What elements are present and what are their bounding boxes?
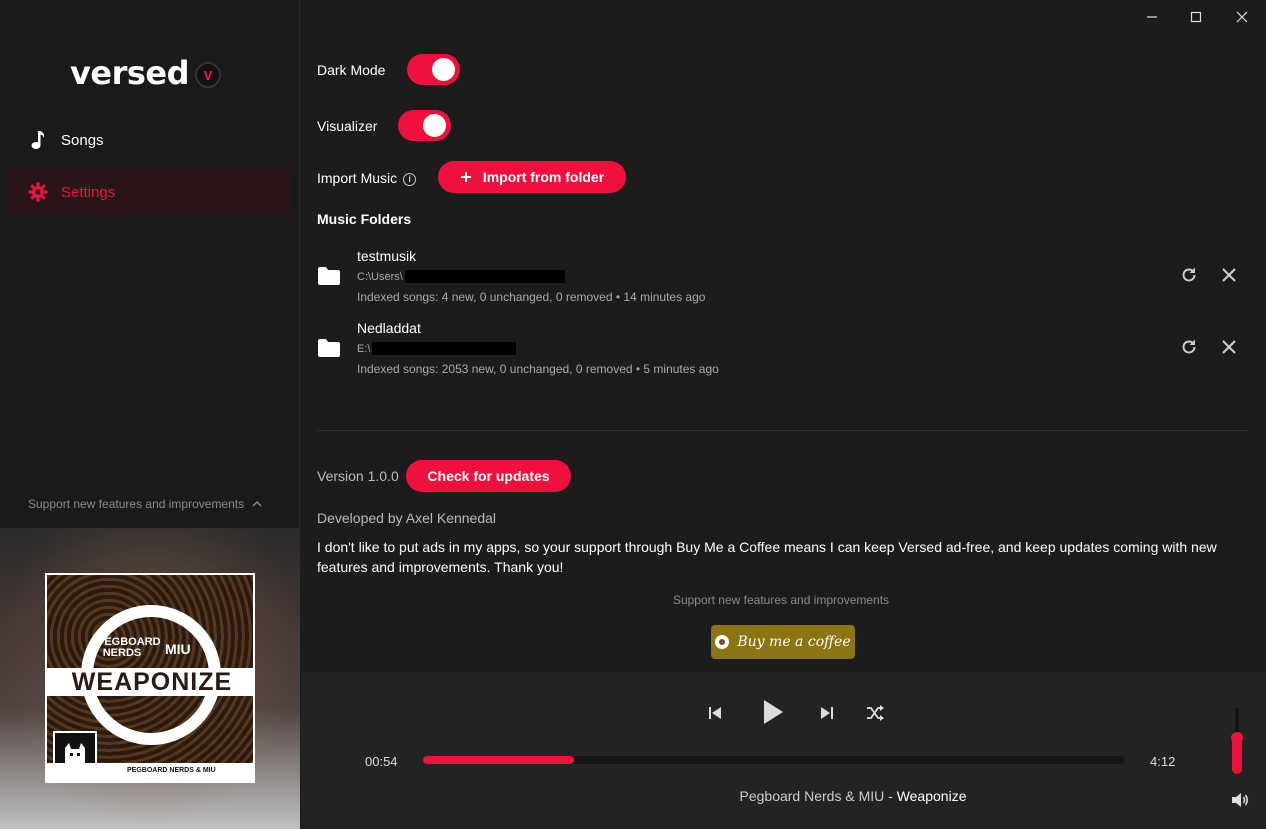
- play-icon: [764, 700, 783, 724]
- play-button[interactable]: [758, 696, 788, 728]
- visualizer-label: Visualizer: [317, 118, 378, 134]
- import-button-label: Import from folder: [482, 169, 605, 185]
- total-duration: 4:12: [1150, 754, 1176, 769]
- version-text: Version 1.0.0: [317, 468, 399, 484]
- skip-next-icon: [821, 707, 833, 719]
- seek-bar-fill: [423, 756, 574, 764]
- music-note-icon: [28, 130, 48, 150]
- cover-footer: PEGBOARD NERDS & MIU: [47, 763, 253, 781]
- sidebar-item-settings[interactable]: Settings: [8, 168, 291, 216]
- import-music-row: Import Music i: [317, 170, 417, 187]
- album-art-panel: PEGBOARD NERDS MIU WEAPONIZE PEGBOARD NE…: [0, 528, 300, 829]
- volume-knob[interactable]: [1231, 732, 1243, 744]
- sidebar-item-label: Settings: [61, 183, 116, 201]
- about-text: I don't like to put ads in my apps, so y…: [317, 539, 1217, 575]
- cover-artist-left: PEGBOARD NERDS: [97, 636, 161, 659]
- coffee-button-label: Buy me a coffee: [737, 634, 851, 650]
- dark-mode-toggle[interactable]: [407, 54, 460, 85]
- redacted-block: [372, 342, 517, 355]
- previous-button[interactable]: [704, 702, 726, 724]
- album-cover[interactable]: PEGBOARD NERDS MIU WEAPONIZE PEGBOARD NE…: [45, 573, 255, 783]
- settings-panel: Dark Mode Visualizer Import Music i Impor…: [301, 0, 1266, 672]
- rescan-folder-button[interactable]: [1178, 336, 1200, 358]
- volume-icon[interactable]: [1230, 790, 1250, 810]
- chevron-up-icon: [252, 500, 262, 507]
- refresh-icon: [1182, 267, 1196, 282]
- buy-me-a-coffee-button[interactable]: Buy me a coffee: [711, 625, 855, 659]
- sidebar-item-label: Songs: [61, 131, 104, 149]
- folder-index-status: Indexed songs: 4 new, 0 unchanged, 0 rem…: [357, 290, 706, 304]
- sidebar-support-text: Support new features and improvements: [28, 497, 245, 511]
- redacted-block: [404, 270, 565, 283]
- close-icon: [1222, 268, 1236, 282]
- music-folders-title: Music Folders: [317, 211, 412, 227]
- dark-mode-label: Dark Mode: [317, 62, 386, 78]
- folder-row: Nedladdat E:\ Indexed songs: 2053 new, 0…: [317, 320, 1247, 380]
- folder-path: C:\Users\: [357, 270, 565, 283]
- rescan-folder-button[interactable]: [1178, 264, 1200, 286]
- folder-icon: [318, 267, 340, 285]
- remove-folder-button[interactable]: [1218, 336, 1240, 358]
- next-button[interactable]: [816, 702, 838, 724]
- folder-name: testmusik: [357, 248, 417, 264]
- remove-folder-button[interactable]: [1218, 264, 1240, 286]
- logo-badge: V: [195, 62, 221, 88]
- developer-credit: Developed by Axel Kennedal: [317, 510, 497, 526]
- now-playing-artist: Pegboard Nerds & MIU: [739, 788, 885, 804]
- logo-text: versed: [70, 54, 190, 92]
- shuffle-button[interactable]: [864, 702, 886, 724]
- folder-index-status: Indexed songs: 2053 new, 0 unchanged, 0 …: [357, 362, 719, 376]
- skip-previous-icon: [709, 707, 721, 719]
- close-icon: [1222, 340, 1236, 354]
- coffee-cup-icon: [715, 635, 730, 649]
- import-from-folder-button[interactable]: Import from folder: [438, 161, 626, 193]
- sidebar-support-toggle[interactable]: Support new features and improvements: [28, 497, 262, 511]
- seek-bar[interactable]: [423, 756, 1125, 764]
- folder-path: E:\: [357, 342, 517, 355]
- elapsed-time: 00:54: [365, 754, 398, 769]
- sidebar-item-songs[interactable]: Songs: [8, 116, 291, 164]
- cover-artist-right: MIU: [165, 641, 191, 657]
- app-logo: versed V: [70, 54, 221, 92]
- check-updates-button[interactable]: Check for updates: [406, 460, 571, 492]
- now-playing: Pegboard Nerds & MIU - Weaponize: [739, 788, 967, 804]
- folder-name: Nedladdat: [357, 320, 421, 336]
- check-updates-label: Check for updates: [427, 468, 550, 484]
- plus-icon: [460, 172, 471, 182]
- section-divider: [317, 430, 1249, 431]
- cover-title: WEAPONIZE: [47, 668, 253, 696]
- player-bar: 00:54 4:12 Pegboard Nerds & MIU - Weapon…: [301, 672, 1266, 829]
- visualizer-toggle[interactable]: [398, 110, 451, 141]
- volume-slider[interactable]: [1231, 708, 1243, 774]
- shuffle-icon: [867, 705, 884, 721]
- now-playing-track: Weaponize: [896, 788, 967, 804]
- support-heading: Support new features and improvements: [672, 593, 890, 607]
- gear-icon: [28, 182, 48, 202]
- folder-icon: [318, 339, 340, 357]
- refresh-icon: [1182, 339, 1196, 354]
- import-music-label: Import Music: [317, 170, 398, 186]
- app-window: versed V Songs Settings Support new feat…: [0, 0, 1266, 829]
- sidebar: versed V Songs Settings Support new feat…: [0, 0, 300, 829]
- folder-row: testmusik C:\Users\ Indexed songs: 4 new…: [317, 248, 1247, 308]
- info-icon[interactable]: i: [403, 172, 417, 186]
